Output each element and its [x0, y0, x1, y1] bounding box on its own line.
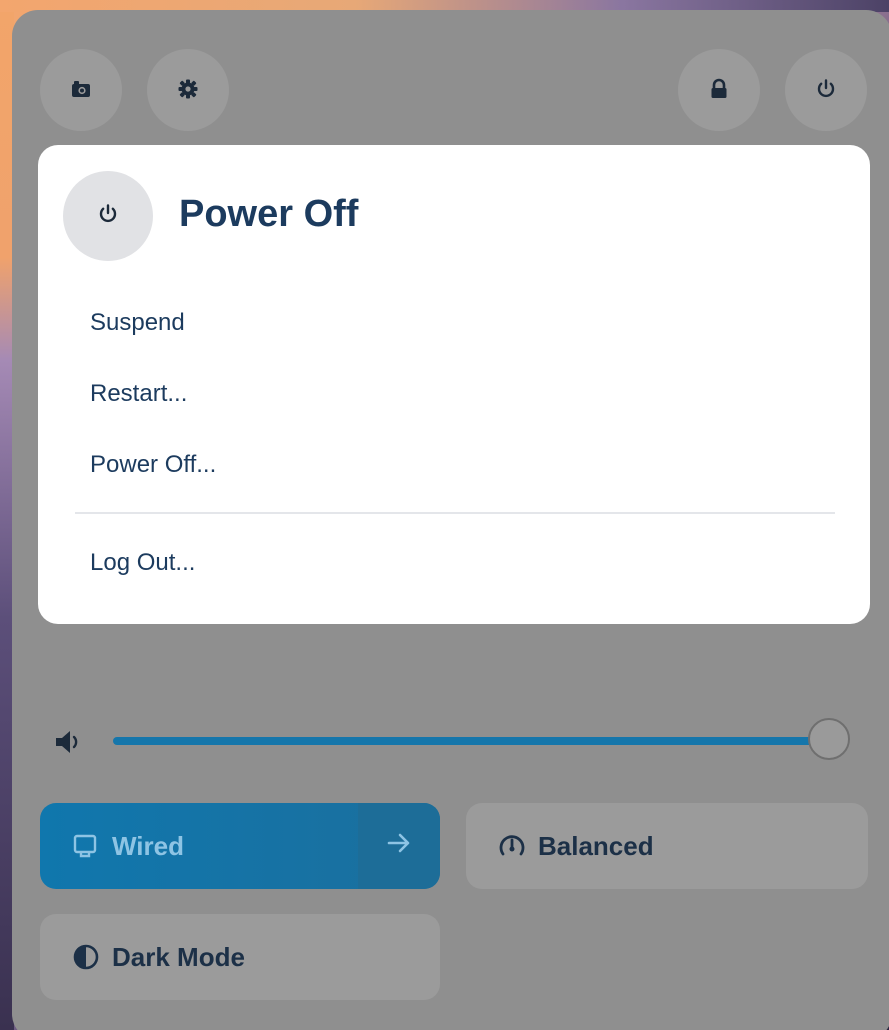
menu-item-power-off[interactable]: Power Off...: [90, 450, 216, 480]
balanced-label: Balanced: [538, 830, 654, 861]
power-profile-icon: [498, 832, 526, 860]
wired-menu-button[interactable]: [358, 803, 440, 889]
power-header-icon-circle: [63, 171, 153, 261]
volume-slider-handle[interactable]: [808, 718, 850, 760]
camera-icon: [70, 78, 92, 103]
lock-button[interactable]: [678, 49, 760, 131]
menu-item-suspend[interactable]: Suspend: [90, 308, 185, 338]
wired-label: Wired: [112, 830, 184, 861]
settings-button[interactable]: [147, 49, 229, 131]
screenshot-button[interactable]: [40, 49, 122, 131]
arrow-right-icon: [385, 829, 413, 864]
power-off-menu: Power Off Suspend Restart... Power Off..…: [38, 145, 870, 624]
menu-title: Power Off: [179, 193, 359, 235]
dark-mode-icon: [72, 943, 100, 971]
dark-mode-tile[interactable]: Dark Mode: [40, 914, 440, 1000]
lock-icon: [708, 78, 730, 103]
power-button[interactable]: [785, 49, 867, 131]
volume-slider-track[interactable]: [113, 737, 833, 745]
menu-divider: [75, 512, 835, 514]
power-icon: [97, 203, 119, 229]
speaker-icon[interactable]: [54, 728, 86, 756]
power-icon: [815, 78, 837, 103]
menu-item-log-out[interactable]: Log Out...: [90, 548, 195, 578]
power-mode-tile[interactable]: Balanced: [466, 803, 868, 889]
wired-toggle[interactable]: Wired: [40, 803, 358, 889]
menu-item-restart[interactable]: Restart...: [90, 379, 187, 409]
network-wired-icon: [72, 832, 100, 860]
dark-mode-label: Dark Mode: [112, 941, 245, 972]
gear-icon: [177, 78, 199, 103]
wired-tile[interactable]: Wired: [40, 803, 440, 889]
